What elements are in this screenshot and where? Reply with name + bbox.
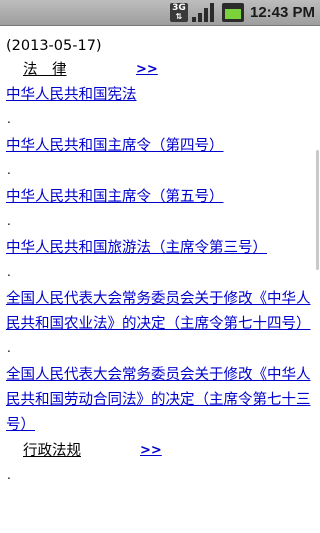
battery-icon xyxy=(222,3,244,22)
page-date: (2013-05-17) xyxy=(6,38,102,54)
scrollbar[interactable] xyxy=(316,150,319,270)
law-link-6[interactable]: 全国人民代表大会常务委员会关于修改《中华人民共和国劳动合同法》的决定（主席令第七… xyxy=(6,363,314,438)
list-separator: . xyxy=(7,265,11,279)
list-separator: . xyxy=(7,341,11,355)
section-header-admin-regulations: 行政法规 >> xyxy=(6,438,314,464)
law-link-4[interactable]: 中华人民共和国旅游法（主席令第三号） xyxy=(6,236,314,261)
section-header-law: 法 律 >> xyxy=(6,57,314,83)
list-separator: . xyxy=(7,112,11,126)
list-separator: . xyxy=(7,214,11,228)
section-more-link-admin-regulations[interactable]: >> xyxy=(140,438,162,464)
network-3g-icon: 3G ⇅ xyxy=(170,3,188,22)
section-more-link-law[interactable]: >> xyxy=(136,57,158,83)
law-link-5[interactable]: 全国人民代表大会常务委员会关于修改《中华人民共和国农业法》的决定（主席令第七十四… xyxy=(6,287,314,337)
law-link-2[interactable]: 中华人民共和国主席令（第四号） xyxy=(6,134,314,159)
section-title-law: 法 律 xyxy=(23,62,67,78)
page-content: (2013-05-17) 法 律 >> 中华人民共和国宪法 . 中华人民共和国主… xyxy=(6,35,314,490)
list-separator: . xyxy=(7,468,11,482)
law-link-3[interactable]: 中华人民共和国主席令（第五号） xyxy=(6,185,314,210)
section-title-admin-regulations: 行政法规 xyxy=(23,443,81,459)
status-bar: 3G ⇅ 12:43 PM xyxy=(0,0,320,26)
law-link-1[interactable]: 中华人民共和国宪法 xyxy=(6,83,314,108)
status-time: 12:43 PM xyxy=(250,4,316,21)
signal-strength-icon xyxy=(192,3,214,22)
list-separator: . xyxy=(7,163,11,177)
